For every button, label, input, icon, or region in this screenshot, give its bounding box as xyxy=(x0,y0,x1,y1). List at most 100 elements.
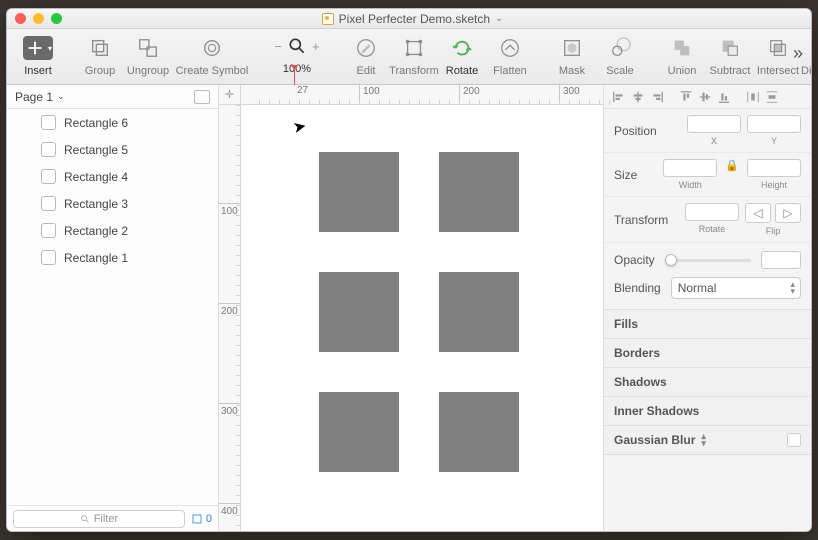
layer-row[interactable]: Rectangle 3 xyxy=(7,190,218,217)
alignment-controls xyxy=(604,85,811,109)
slice-icon xyxy=(191,513,203,525)
layer-row[interactable]: Rectangle 4 xyxy=(7,163,218,190)
fills-section[interactable]: Fills xyxy=(604,310,811,339)
close-window-button[interactable] xyxy=(15,13,26,24)
position-y-input[interactable] xyxy=(747,115,801,133)
union-button[interactable]: Union xyxy=(659,33,705,79)
layer-row[interactable]: Rectangle 5 xyxy=(7,136,218,163)
maximize-window-button[interactable] xyxy=(51,13,62,24)
flatten-label: Flatten xyxy=(493,65,527,77)
filter-placeholder: Filter xyxy=(94,513,118,525)
insert-button[interactable]: ▾ Insert xyxy=(15,33,61,79)
width-input[interactable] xyxy=(663,159,717,177)
rectangle-shape[interactable] xyxy=(319,272,399,352)
pages-dropdown[interactable]: Page 1 ⌄ xyxy=(7,85,218,109)
group-button[interactable]: Group xyxy=(77,33,123,79)
rectangle-shape[interactable] xyxy=(319,152,399,232)
transform-label: Transform xyxy=(614,213,685,227)
ruler-horizontal[interactable]: 27 100 200 300 xyxy=(241,85,603,105)
gaussian-blur-checkbox[interactable] xyxy=(787,433,801,447)
document-title-text: Pixel Perfecter Demo.sketch xyxy=(339,12,490,26)
distribute-h-button[interactable] xyxy=(744,89,761,105)
traffic-lights xyxy=(15,13,62,24)
canvas[interactable]: ➤ xyxy=(241,105,603,531)
rotate-input[interactable] xyxy=(685,203,739,221)
flip-vertical-button[interactable]: ▷ xyxy=(775,203,801,223)
blend-mode-select[interactable]: Normal ▴▾ xyxy=(671,277,801,299)
layer-row[interactable]: Rectangle 2 xyxy=(7,217,218,244)
opacity-input[interactable] xyxy=(761,251,801,269)
zoom-out-button[interactable]: − xyxy=(274,39,282,54)
edit-button[interactable]: Edit xyxy=(343,33,389,79)
difference-button[interactable]: Difference xyxy=(803,33,812,79)
rectangle-shape[interactable] xyxy=(439,392,519,472)
position-x-input[interactable] xyxy=(687,115,741,133)
rotate-label: Rotate xyxy=(446,65,478,77)
align-bottom-button[interactable] xyxy=(715,89,732,105)
shadows-section[interactable]: Shadows xyxy=(604,368,811,397)
transform-button[interactable]: Transform xyxy=(391,33,437,79)
opacity-slider[interactable] xyxy=(665,259,751,262)
layer-visibility-checkbox[interactable] xyxy=(41,115,56,130)
position-row: Position X Y xyxy=(604,109,811,153)
layer-row[interactable]: Rectangle 1 xyxy=(7,244,218,271)
subtract-button[interactable]: Subtract xyxy=(707,33,753,79)
layer-row[interactable]: Rectangle 6 xyxy=(7,109,218,136)
size-row: Size Width 🔒 Height xyxy=(604,153,811,197)
align-right-button[interactable] xyxy=(648,89,665,105)
rotate-button[interactable]: Rotate xyxy=(439,33,485,79)
toolbar-overflow-button[interactable]: » xyxy=(793,43,803,64)
chevron-down-icon: ⌄ xyxy=(57,91,65,102)
mask-button[interactable]: Mask xyxy=(549,33,595,79)
layer-visibility-checkbox[interactable] xyxy=(41,196,56,211)
borders-section[interactable]: Borders xyxy=(604,339,811,368)
ungroup-button[interactable]: Ungroup xyxy=(125,33,171,79)
mask-icon xyxy=(557,35,587,61)
pencil-icon xyxy=(351,35,381,61)
layer-name: Rectangle 6 xyxy=(64,116,128,130)
ruler-origin[interactable]: ✛ xyxy=(219,85,241,105)
zoom-in-button[interactable]: + xyxy=(312,39,320,54)
layer-visibility-checkbox[interactable] xyxy=(41,250,56,265)
blending-row: Blending Normal ▴▾ xyxy=(604,277,811,310)
difference-icon xyxy=(811,35,812,61)
rectangle-shape[interactable] xyxy=(439,152,519,232)
scale-icon xyxy=(605,35,635,61)
create-symbol-button[interactable]: Create Symbol xyxy=(173,33,251,79)
transform-row: Transform Rotate ◁ ▷ Flip xyxy=(604,197,811,243)
distribute-v-button[interactable] xyxy=(763,89,780,105)
height-input[interactable] xyxy=(747,159,801,177)
flip-horizontal-button[interactable]: ◁ xyxy=(745,203,771,223)
union-label: Union xyxy=(668,65,697,77)
inner-shadows-section[interactable]: Inner Shadows xyxy=(604,397,811,426)
magnifier-icon xyxy=(287,36,307,56)
flatten-button[interactable]: Flatten xyxy=(487,33,533,79)
subtract-icon xyxy=(715,35,745,61)
layer-visibility-checkbox[interactable] xyxy=(41,142,56,157)
rectangle-shape[interactable] xyxy=(439,272,519,352)
align-center-v-button[interactable] xyxy=(696,89,713,105)
minimize-window-button[interactable] xyxy=(33,13,44,24)
rotate-icon xyxy=(447,35,477,61)
chevron-down-icon[interactable]: ⌄ xyxy=(495,13,503,24)
filter-input[interactable]: Filter xyxy=(13,510,185,528)
canvas-area[interactable]: ✛ 27 100 200 300 100 200 300 400 xyxy=(219,85,603,531)
lock-aspect-icon[interactable]: 🔒 xyxy=(723,159,741,190)
rectangle-shape[interactable] xyxy=(319,392,399,472)
ruler-vertical[interactable]: 100 200 300 400 xyxy=(219,105,241,531)
create-symbol-label: Create Symbol xyxy=(176,65,249,77)
layer-visibility-checkbox[interactable] xyxy=(41,223,56,238)
align-center-h-button[interactable] xyxy=(629,89,646,105)
page-label: Page 1 xyxy=(15,90,53,104)
group-icon xyxy=(85,35,115,61)
layer-visibility-checkbox[interactable] xyxy=(41,169,56,184)
size-label: Size xyxy=(614,168,663,182)
artboard-toggle-icon[interactable] xyxy=(194,90,210,104)
titlebar: Pixel Perfecter Demo.sketch ⌄ xyxy=(7,9,811,29)
slice-export-count[interactable]: 0 xyxy=(191,513,212,525)
scale-button[interactable]: Scale xyxy=(597,33,643,79)
gaussian-blur-section[interactable]: Gaussian Blur ▴▾ xyxy=(604,426,811,455)
transform-icon xyxy=(399,35,429,61)
align-top-button[interactable] xyxy=(677,89,694,105)
layer-name: Rectangle 2 xyxy=(64,224,128,238)
